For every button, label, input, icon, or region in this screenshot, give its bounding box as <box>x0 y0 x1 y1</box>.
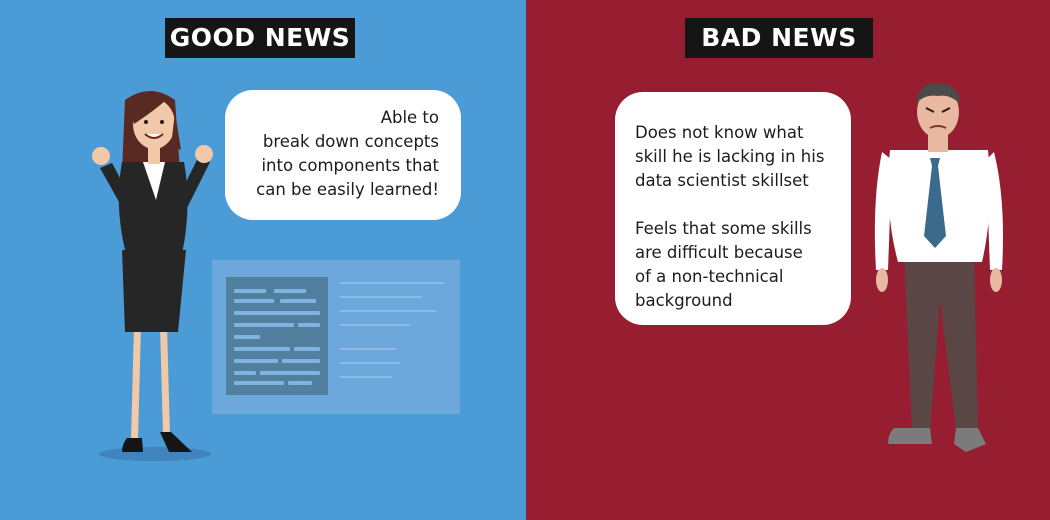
good-news-panel: GOOD NEWS Able to break down concepts in… <box>0 0 526 520</box>
businessman-icon <box>874 83 1003 452</box>
comparison-infographic: GOOD NEWS Able to break down concepts in… <box>0 0 1050 520</box>
bad-news-panel: BAD NEWS Does not know what skill he is … <box>526 0 1050 520</box>
businesswoman-icon <box>92 91 213 461</box>
